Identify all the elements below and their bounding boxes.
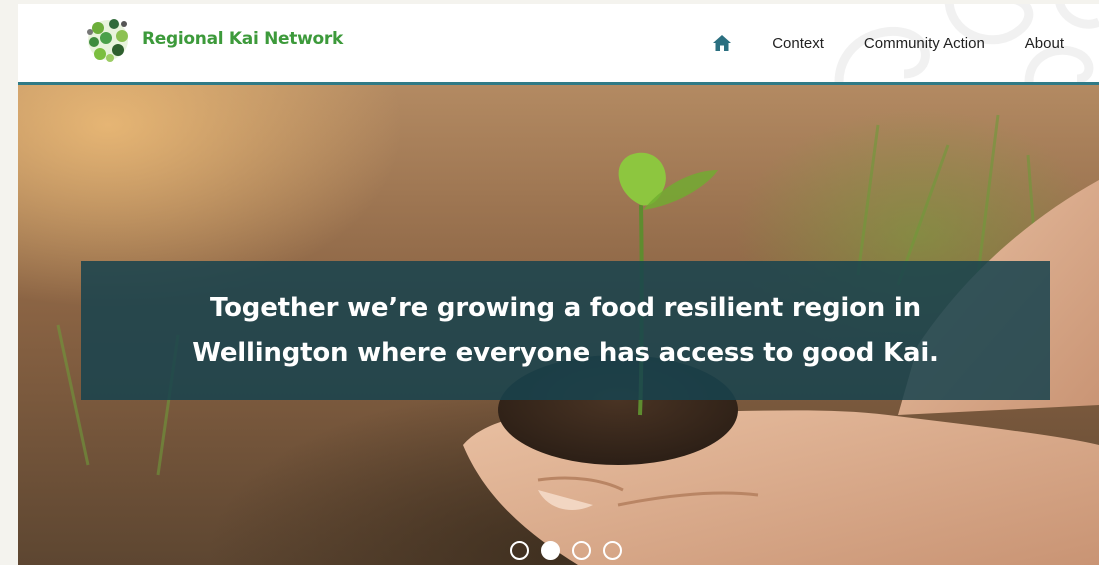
home-icon[interactable] — [712, 34, 732, 52]
carousel-dot-2-active[interactable] — [540, 541, 560, 560]
brand-name: Regional Kai Network — [142, 29, 343, 49]
nav-link-context[interactable]: Context — [772, 35, 824, 52]
hero-carousel: Together we’re growing a food resilient … — [18, 85, 1099, 565]
carousel-dot-4[interactable] — [602, 541, 622, 560]
brand-logo-link[interactable]: Regional Kai Network — [84, 10, 343, 68]
page: Regional Kai Network Context Community A… — [18, 4, 1099, 565]
hero-headline-banner: Together we’re growing a food resilient … — [81, 261, 1050, 400]
hero-headline-line-2: Wellington where everyone has access to … — [192, 337, 939, 368]
carousel-dot-3[interactable] — [571, 541, 591, 560]
carousel-indicators — [18, 541, 1099, 560]
site-header: Regional Kai Network Context Community A… — [18, 4, 1099, 85]
nav-link-community-action[interactable]: Community Action — [864, 35, 985, 52]
hero-headline-line-1: Together we’re growing a food resilient … — [210, 292, 921, 323]
nav-link-about[interactable]: About — [1025, 35, 1064, 52]
carousel-dot-1[interactable] — [509, 541, 529, 560]
hero-headline: Together we’re growing a food resilient … — [192, 286, 939, 376]
vegetable-circle-logo-icon — [87, 19, 128, 62]
main-nav: Context Community Action About — [712, 4, 1099, 82]
